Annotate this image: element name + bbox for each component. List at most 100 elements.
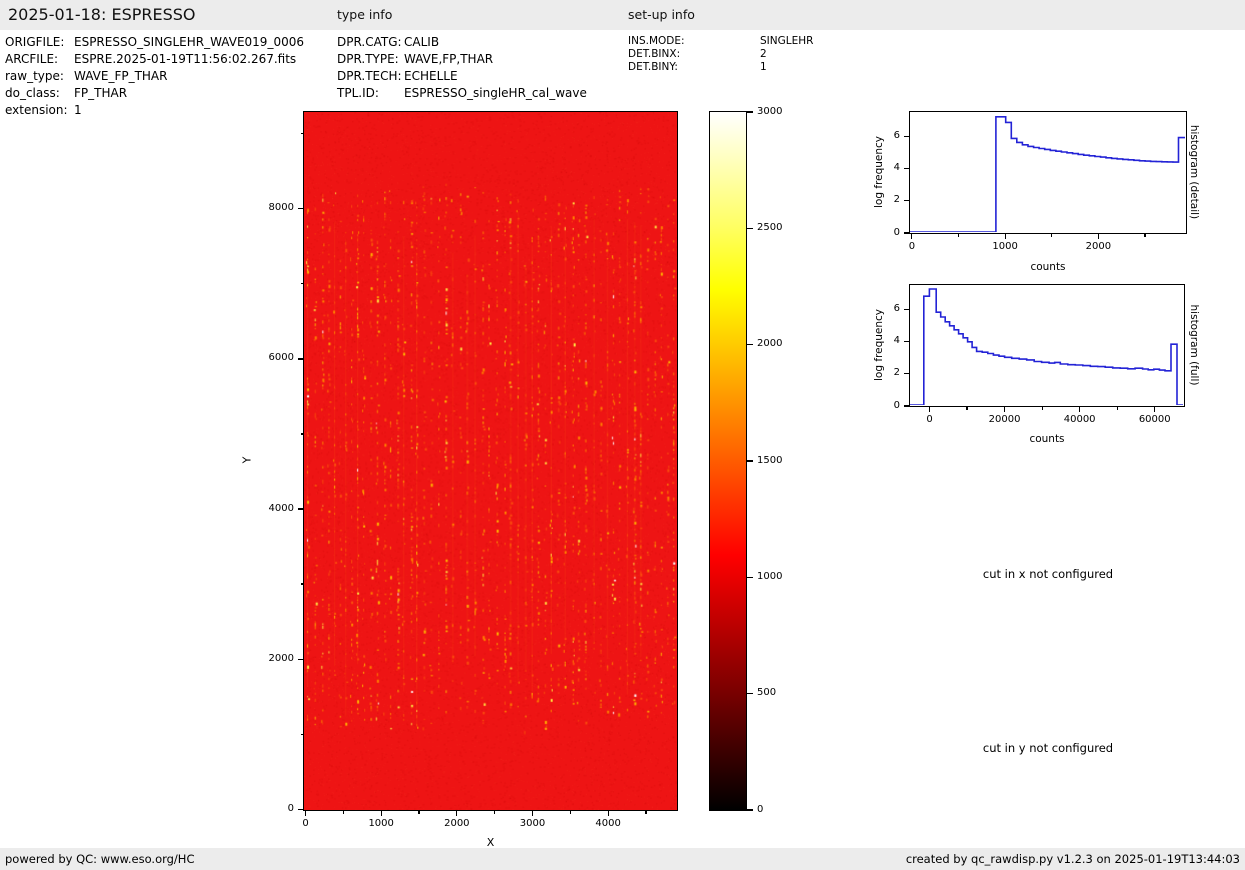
meta-row: raw_type: WAVE_FP_THAR (5, 68, 304, 85)
y-axis-tick (904, 135, 910, 137)
meta-value: ESPRESSO_singleHR_cal_wave (404, 86, 587, 100)
colorbar-tick (746, 693, 753, 695)
y-axis-minor-tick (300, 133, 304, 135)
x-axis-tick-label: 40000 (1063, 414, 1096, 425)
x-axis-tick (928, 406, 931, 412)
x-axis-tick (531, 810, 534, 816)
y-axis-tick-label: 6000 (268, 352, 294, 364)
x-axis-tick (456, 810, 458, 816)
y-axis-tick (904, 340, 910, 343)
y-axis-tick (904, 373, 910, 375)
y-axis-tick (298, 358, 304, 360)
page-title: 2025-01-18: ESPRESSO (8, 5, 196, 24)
x-axis-minor-tick (1051, 233, 1053, 237)
cut-in-y-message: cut in y not configured (982, 741, 1114, 755)
x-axis-tick-label: 60000 (1138, 414, 1171, 425)
meta-value: 2 (760, 48, 767, 60)
y-axis-tick (904, 167, 910, 170)
raw-frame-plot: 0 1000 2000 3000 4000 0 2000 4000 6000 8000 (269, 111, 678, 829)
y-axis-tick-label: 4000 (268, 502, 294, 514)
meta-label: DPR.TYPE: (337, 52, 399, 66)
histogram-full-side-label: histogram (full) (1188, 304, 1200, 386)
meta-value: WAVE,FP,THAR (404, 52, 494, 66)
y-axis-tick (298, 508, 304, 510)
meta-row: DPR.CATG: CALIB (337, 34, 587, 51)
x-axis-tick-label: 20000 (988, 414, 1021, 425)
meta-label: extension: (5, 103, 68, 117)
meta-label: ARCFILE: (5, 52, 59, 66)
histogram-detail-side-label: histogram (detail) (1188, 124, 1200, 220)
meta-value: WAVE_FP_THAR (74, 69, 168, 83)
colorbar-tick (746, 460, 753, 462)
x-axis-minor-tick (1144, 233, 1146, 237)
colorbar-tick (746, 227, 753, 229)
histogram-full-plot: 0 20000 40000 60000 0 2 4 6 (894, 284, 1185, 425)
colorbar-tick-label: 2000 (757, 338, 783, 350)
colorbar-tick-label: 500 (757, 687, 777, 699)
colorbar-tick (746, 111, 753, 113)
meta-label: DET.BINY: (628, 61, 678, 73)
x-axis-tick (1079, 406, 1081, 412)
x-axis-minor-tick (418, 810, 420, 814)
meta-value: FP_THAR (74, 86, 128, 100)
footer-created-by: created by qc_rawdisp.py v1.2.3 on 2025-… (905, 852, 1240, 866)
histogram-step-line (910, 288, 1183, 405)
raw-frame-image (304, 112, 677, 810)
y-axis-tick (904, 405, 910, 407)
meta-row: INS.MODE: SINGLEHR (628, 35, 813, 48)
x-axis-tick-label: 3000 (519, 818, 546, 829)
meta-row: do_class: FP_THAR (5, 85, 304, 102)
x-axis-minor-tick (1116, 406, 1118, 410)
section-title-type-info: type info (337, 7, 393, 22)
colorbar-tick-label: 2500 (757, 221, 783, 233)
colorbar-tick (746, 809, 753, 811)
x-axis-tick (1003, 406, 1006, 412)
x-axis-tick-label: 0 (908, 241, 916, 252)
y-axis-tick-label: 0 (287, 802, 294, 814)
colorbar-tick-label: 0 (757, 803, 764, 815)
x-axis-tick-label: 1000 (992, 241, 1018, 252)
meta-row: ORIGFILE: ESPRESSO_SINGLEHR_WAVE019_0006 (5, 34, 304, 51)
section-title-setup-info: set-up info (628, 7, 695, 22)
footer-powered-by: powered by QC: www.eso.org/HC (5, 852, 195, 866)
footer-bar: powered by QC: www.eso.org/HC created by… (0, 848, 1245, 870)
x-axis-minor-tick (569, 810, 571, 814)
x-axis-minor-tick (342, 810, 344, 814)
y-axis-tick-label: 8000 (268, 202, 294, 214)
x-axis-tick (304, 810, 307, 816)
colorbar-tick-label: 1500 (757, 454, 783, 466)
main-plot-y-axis-label: Y (240, 456, 254, 464)
meta-value: ECHELLE (404, 69, 458, 83)
y-axis-tick (904, 200, 910, 202)
meta-row: ARCFILE: ESPRE.2025-01-19T11:56:02.267.fi… (5, 51, 304, 68)
x-axis-tick-label: 4000 (595, 818, 621, 829)
meta-value: 1 (760, 61, 767, 73)
meta-label: TPL.ID: (337, 86, 379, 100)
x-axis-tick-label: 2000 (1085, 241, 1112, 252)
y-axis-tick (904, 308, 910, 310)
meta-value: SINGLEHR (760, 35, 814, 47)
x-axis-tick-label: 2000 (444, 818, 470, 829)
colorbar: 0 500 1000 1500 2000 2500 3000 (709, 106, 782, 815)
meta-label: DPR.CATG: (337, 35, 402, 49)
x-axis-tick-label: 0 (302, 818, 309, 829)
x-axis-minor-tick (494, 810, 496, 814)
meta-label: DPR.TECH: (337, 69, 402, 83)
histogram-step-line (910, 116, 1185, 232)
histogram-detail-x-axis-label: counts (1030, 261, 1066, 273)
histogram-detail-y-axis-label: log frequency (873, 135, 885, 209)
y-axis-minor-tick (300, 283, 304, 285)
x-axis-tick (1004, 233, 1006, 239)
y-axis-tick-label: 2000 (268, 652, 294, 664)
y-axis-tick-label: 0 (893, 399, 900, 411)
x-axis-tick (911, 233, 913, 239)
meta-value: CALIB (404, 35, 440, 49)
meta-label: DET.BINX: (628, 48, 681, 60)
meta-value: ESPRESSO_SINGLEHR_WAVE019_0006 (74, 35, 304, 49)
y-axis-tick (298, 208, 304, 210)
meta-row: DET.BINY: 1 (628, 61, 813, 74)
histogram-full-y-axis-label: log frequency (873, 308, 885, 382)
setup-info-block: INS.MODE: SINGLEHR DET.BINX: 2 DET.BINY: 1 (628, 35, 813, 74)
x-axis-minor-tick (645, 810, 647, 814)
colorbar-tick (746, 576, 753, 578)
